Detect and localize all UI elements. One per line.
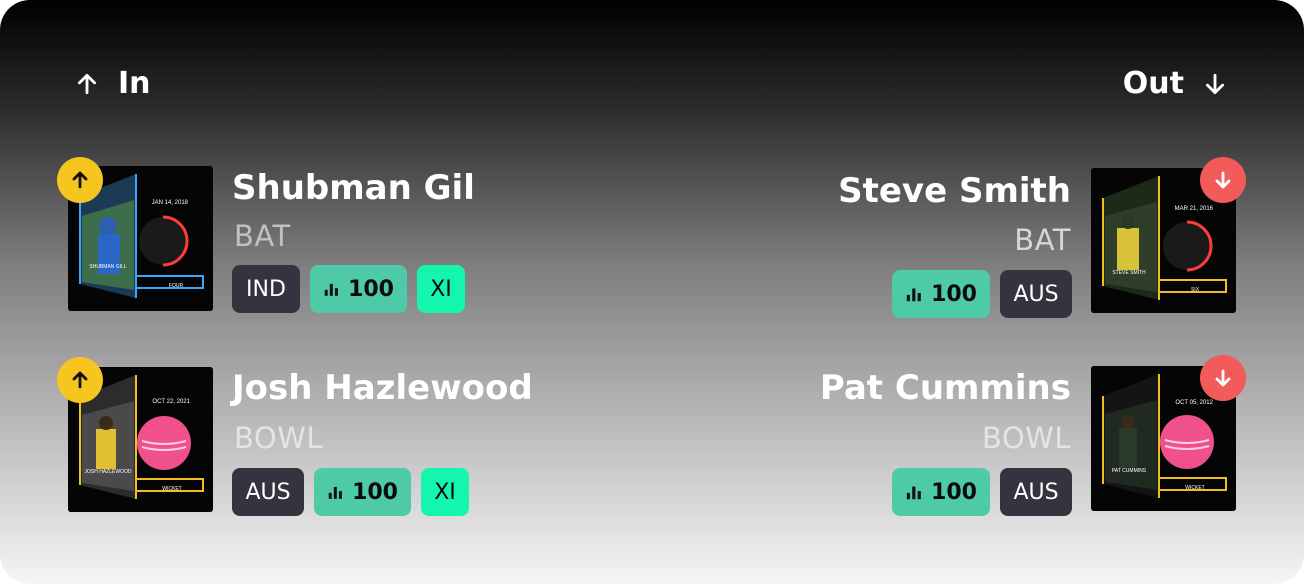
player-role: BOWL [234,421,324,455]
arrow-up-icon [72,171,88,189]
player-chips: AUS 100 XI [232,468,469,516]
in-header: In [74,64,151,104]
player-chips: 100 AUS [892,468,1072,516]
xi-chip: XI [417,265,465,313]
score-chip: 100 [892,468,990,516]
score-value: 100 [352,479,398,505]
player-name: Josh Hazlewood [232,368,533,408]
bar-chart-icon [906,288,921,302]
card-player-text: JOSH HAZLEWOOD [85,469,132,475]
score-chip: 100 [310,265,407,313]
arrow-up-icon [72,371,88,389]
card-player-text: PAT CUMMINS [1112,468,1147,474]
player-name: Shubman Gil [232,168,475,208]
team-chip: AUS [1000,270,1072,318]
player-name: Pat Cummins [819,368,1071,408]
arrow-up-icon [78,73,96,95]
player-name: Steve Smith [838,171,1071,211]
card-date: OCT 22, 2021 [152,399,190,405]
team-chip: AUS [232,468,304,516]
transfer-card: In Out JAN 14, 2018 FOUR SHUBMAN GILL Sh… [0,0,1304,584]
player-role: BAT [1014,223,1071,257]
card-date: OCT 05, 2012 [1175,400,1213,406]
bar-chart-icon [906,486,921,500]
in-badge [57,357,103,403]
player-chips: IND 100 XI [232,265,465,313]
card-caption: SIX [1191,287,1200,293]
out-badge [1200,157,1246,203]
card-caption: FOUR [169,283,184,289]
xi-chip: XI [421,468,469,516]
bar-chart-icon [324,283,338,296]
arrow-down-icon [1206,73,1224,95]
score-value: 100 [348,276,394,302]
arrow-down-icon [1215,369,1231,387]
score-value: 100 [931,281,977,307]
in-badge [57,157,103,203]
player-chips: 100 AUS [892,270,1072,318]
score-chip: 100 [892,270,990,318]
card-caption: WICKET [162,486,181,492]
out-label: Out [1122,66,1184,101]
card-caption: WICKET [1185,485,1204,491]
score-chip: 100 [314,468,411,516]
out-badge [1200,355,1246,401]
card-date: JAN 14, 2018 [152,200,189,206]
player-role: BAT [234,219,291,253]
team-chip: IND [232,265,300,313]
card-date: MAR 21, 2016 [1175,206,1214,212]
in-label: In [118,66,151,101]
score-value: 100 [931,479,977,505]
team-chip: AUS [1000,468,1072,516]
card-player-text: STEVE SMITH [1112,270,1146,276]
player-role: BOWL [981,421,1071,455]
arrow-down-icon [1215,171,1231,189]
card-player-text: SHUBMAN GILL [89,264,126,270]
bar-chart-icon [328,486,342,499]
out-header: Out [1123,64,1228,104]
